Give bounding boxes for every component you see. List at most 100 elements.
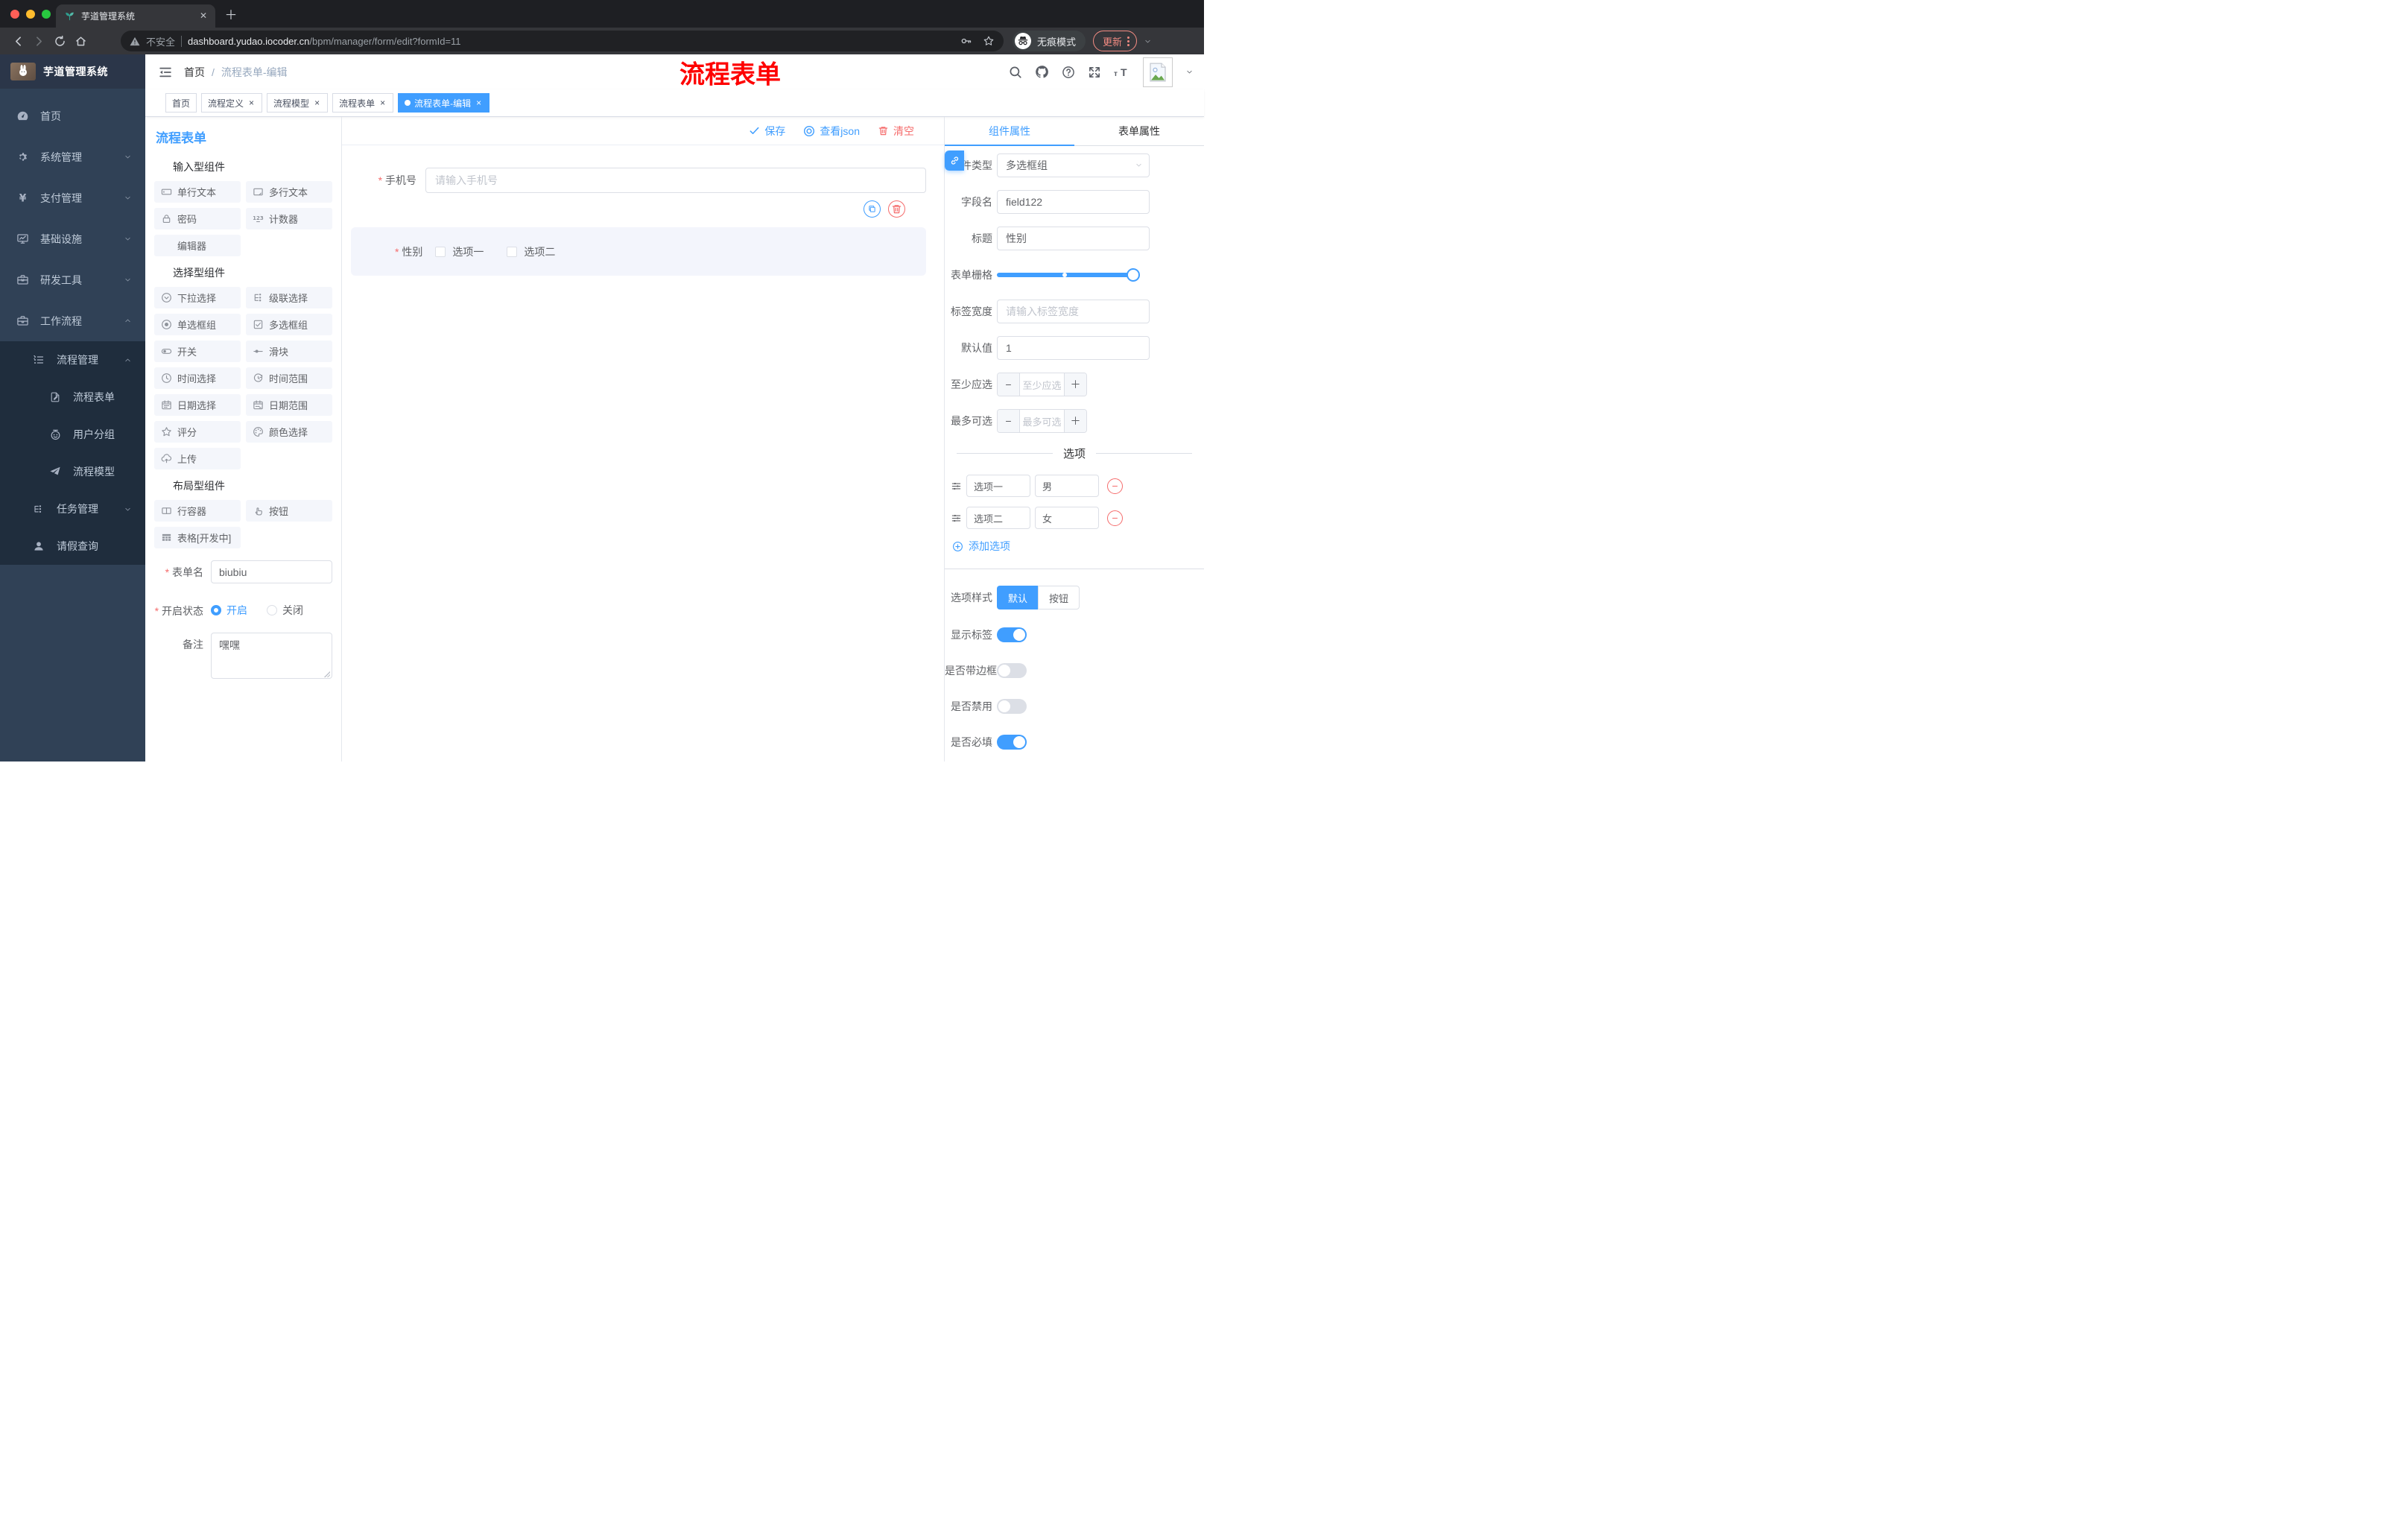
option-label-input[interactable] [966,507,1030,529]
component-item-单选框组[interactable]: 单选框组 [154,314,241,335]
sidebar-item-流程模型[interactable]: 流程模型 [0,453,145,490]
tab-form-props[interactable]: 表单属性 [1074,117,1204,146]
drag-handle-icon[interactable] [951,513,962,524]
component-item-颜色选择[interactable]: 颜色选择 [246,421,332,443]
sidebar-item-首页[interactable]: 首页 [0,95,145,136]
tags-view-tab-流程表单-编辑[interactable]: 流程表单-编辑 × [398,93,490,113]
option-value-input[interactable] [1035,507,1099,529]
sidebar-item-工作流程[interactable]: 工作流程 [0,300,145,341]
component-item-密码[interactable]: 密码 [154,208,241,229]
component-item-滑块[interactable]: 滑块 [246,341,332,362]
sidebar-item-用户分组[interactable]: 用户分组 [0,416,145,453]
canvas-field-phone[interactable]: 手机号 [342,168,944,193]
status-radio-on[interactable]: 开启 [211,603,247,618]
minimize-window-button[interactable] [26,10,35,19]
tab-close-icon[interactable]: × [313,98,321,108]
forward-icon[interactable] [28,31,49,51]
toggle-switch[interactable] [997,735,1027,750]
breadcrumb-home[interactable]: 首页 [184,65,205,80]
component-item-上传[interactable]: 上传 [154,448,241,469]
new-tab-button[interactable]: ＋ [222,4,240,22]
component-item-表格[开发中][interactable]: 表格[开发中] [154,527,241,548]
option-label-input[interactable] [966,475,1030,497]
sidebar-item-研发工具[interactable]: 研发工具 [0,259,145,300]
component-item-行容器[interactable]: 行容器 [154,500,241,522]
browser-tab[interactable]: 芋道管理系统 ✕ [56,4,215,28]
component-item-下拉选择[interactable]: 下拉选择 [154,287,241,308]
save-button[interactable]: 保存 [749,124,785,139]
toggle-switch[interactable] [997,627,1027,642]
phone-input[interactable] [425,168,926,193]
option-style-default[interactable]: 默认 [997,586,1039,609]
copy-component-button[interactable] [864,200,881,218]
option-style-button[interactable]: 按钮 [1038,586,1080,609]
link-icon[interactable] [945,151,964,171]
tab-component-props[interactable]: 组件属性 [945,117,1074,146]
tab-close-icon[interactable]: × [247,98,256,108]
sidebar-logo[interactable]: 芋道管理系统 [0,54,145,89]
delete-component-button[interactable] [888,200,905,218]
gender-option-1[interactable]: 选项一 [435,244,484,259]
component-item-计数器[interactable]: 123 计数器 [246,208,332,229]
sidebar-item-流程表单[interactable]: 流程表单 [0,379,145,416]
sidebar-item-任务管理[interactable]: 任务管理 [0,490,145,528]
drag-handle-icon[interactable] [951,481,962,492]
address-bar[interactable]: 不安全 dashboard.yudao.iocoder.cn/bpm/manag… [121,31,1004,51]
browser-menu-icon[interactable] [1127,36,1130,46]
key-icon[interactable] [960,35,972,47]
back-icon[interactable] [7,31,28,51]
search-icon[interactable] [1009,66,1022,79]
help-icon[interactable] [1062,66,1075,79]
browser-update-button[interactable]: 更新 [1093,31,1138,51]
tags-view-tab-流程模型[interactable]: 流程模型 × [267,93,329,113]
max-select-input[interactable]: 最多可选 [1019,410,1065,432]
grid-slider[interactable] [997,263,1140,287]
component-type-select[interactable]: 多选框组 [997,153,1150,177]
component-item-单行文本[interactable]: 单行文本 [154,181,241,203]
github-icon[interactable] [1035,65,1049,79]
tags-view-tab-流程表单[interactable]: 流程表单 × [332,93,394,113]
sidebar-item-支付管理[interactable]: ¥ 支付管理 [0,177,145,218]
component-item-评分[interactable]: 评分 [154,421,241,443]
clear-button[interactable]: 清空 [878,124,914,139]
sidebar-item-请假查询[interactable]: 请假查询 [0,528,145,565]
checkbox[interactable] [435,246,446,257]
minus-button[interactable]: − [998,410,1019,432]
remark-textarea[interactable]: 嘿嘿 [211,633,332,679]
chevron-down-icon[interactable] [1144,37,1152,45]
chevron-down-icon[interactable] [1185,68,1194,76]
tags-view-tab-流程定义[interactable]: 流程定义 × [201,93,263,113]
remove-option-button[interactable]: − [1107,478,1123,494]
plus-button[interactable]: ＋ [1065,410,1086,432]
sidebar-item-流程管理[interactable]: 流程管理 [0,341,145,379]
tab-close-icon[interactable]: × [378,98,387,108]
remove-option-button[interactable]: − [1107,510,1123,526]
component-item-级联选择[interactable]: 级联选择 [246,287,332,308]
title-input[interactable] [997,227,1150,250]
component-item-日期范围[interactable]: 日期范围 [246,394,332,416]
status-radio-off[interactable]: 关闭 [267,603,303,618]
component-item-多行文本[interactable]: 多行文本 [246,181,332,203]
view-json-button[interactable]: 查看json [803,124,860,139]
zoom-window-button[interactable] [42,10,51,19]
sidebar-item-系统管理[interactable]: 系统管理 [0,136,145,177]
min-select-input[interactable]: 至少应选 [1019,373,1065,396]
plus-button[interactable]: ＋ [1065,373,1086,396]
toggle-switch[interactable] [997,663,1027,678]
gender-option-2[interactable]: 选项二 [507,244,555,259]
toggle-switch[interactable] [997,699,1027,714]
component-item-多选框组[interactable]: 多选框组 [246,314,332,335]
tab-close-icon[interactable]: ✕ [197,10,209,22]
label-width-input[interactable] [997,300,1150,323]
field-name-input[interactable] [997,190,1150,214]
font-size-icon[interactable]: ᴛT [1114,66,1130,78]
home-icon[interactable] [70,31,91,51]
canvas-field-gender-selected[interactable]: 性别 选项一 选项二 [351,200,926,276]
hamburger-icon[interactable] [156,63,175,82]
close-window-button[interactable] [10,10,19,19]
option-value-input[interactable] [1035,475,1099,497]
slider-handle[interactable] [1127,268,1140,282]
add-option-button[interactable]: 添加选项 [952,539,1204,554]
reload-icon[interactable] [49,31,70,51]
tags-view-tab-首页[interactable]: 首页 [165,93,197,113]
